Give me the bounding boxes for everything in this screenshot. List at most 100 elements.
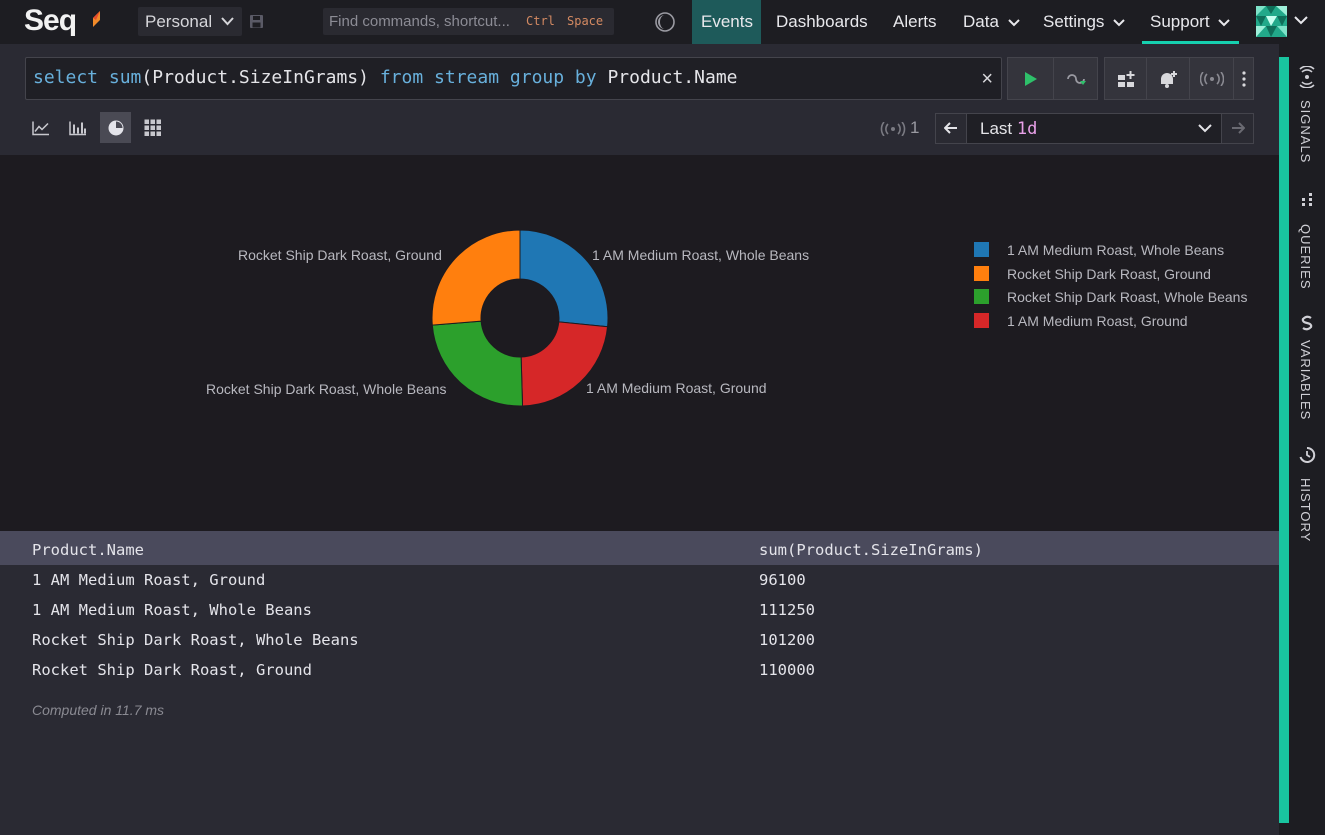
table-row: 1 AM Medium Roast, Ground 96100: [0, 565, 1279, 595]
results-table-header: Product.Name sum(Product.SizeInGrams): [0, 531, 1279, 565]
play-icon: [1024, 71, 1037, 86]
range-prev-button[interactable]: [936, 114, 967, 143]
nav-data-label: Data: [963, 12, 999, 31]
legend-swatch: [974, 312, 989, 328]
query-token: [499, 67, 510, 88]
range-label: Last 1d: [980, 119, 1037, 139]
more-options-button[interactable]: [1233, 57, 1254, 100]
legend-swatch: [974, 242, 989, 257]
shortcut-key-ctrl: Ctrl: [526, 14, 555, 28]
signals-icon: [1299, 66, 1315, 88]
theme-toggle-icon[interactable]: [654, 11, 676, 33]
computed-time: Computed in 11.7 ms: [32, 702, 165, 718]
query-token: [98, 67, 109, 88]
legend-item[interactable]: Rocket Ship Dark Roast, Ground: [974, 264, 1247, 288]
table-cell: Rocket Ship Dark Roast, Whole Beans: [32, 631, 359, 649]
legend-label: 1 AM Medium Roast, Whole Beans: [1007, 242, 1225, 258]
time-range-selector[interactable]: Last 1d: [935, 113, 1254, 144]
sidebar-tab-label: HISTORY: [1298, 478, 1313, 543]
nav-data[interactable]: Data: [963, 0, 1020, 44]
pie-slice-label: 1 AM Medium Roast, Ground: [586, 380, 767, 396]
pie-chart-button[interactable]: [100, 112, 131, 143]
table-cell: 111250: [759, 601, 815, 619]
pie-slice[interactable]: [431, 229, 521, 326]
clear-query-button[interactable]: ×: [981, 68, 993, 91]
nav-alerts-label: Alerts: [893, 12, 937, 31]
signal-button[interactable]: [1189, 57, 1234, 100]
nav-settings[interactable]: Settings: [1043, 0, 1125, 44]
broadcast-icon: [1199, 71, 1224, 86]
save-icon[interactable]: [249, 14, 264, 29]
legend-item[interactable]: Rocket Ship Dark Roast, Whole Beans: [974, 287, 1247, 311]
chevron-down-icon[interactable]: [1294, 16, 1308, 25]
run-query-button[interactable]: [1007, 57, 1054, 100]
chevron-down-icon: [1113, 18, 1125, 26]
chevron-down-icon: [1198, 124, 1212, 133]
table-cell: 1 AM Medium Roast, Ground: [32, 571, 266, 589]
arrow-left-icon: [944, 122, 957, 134]
seq-logo-mark-icon: [93, 11, 100, 27]
nav-dashboards[interactable]: Dashboards: [776, 0, 868, 44]
shortcut-key-space: Space: [567, 14, 604, 28]
sidebar-tab-history[interactable]: HISTORY: [1296, 446, 1318, 546]
range-next-button[interactable]: [1221, 114, 1253, 143]
sidebar-accent-line: [1279, 57, 1289, 823]
grid-icon: [144, 119, 161, 136]
query-token: (Product.SizeInGrams): [141, 67, 380, 88]
range-value: 1d: [1016, 119, 1038, 139]
chevron-down-icon: [221, 17, 234, 26]
nav-alerts[interactable]: Alerts: [893, 0, 936, 44]
query-token: [423, 67, 434, 88]
legend-item[interactable]: 1 AM Medium Roast, Ground: [974, 311, 1247, 335]
sidebar-tab-label: SIGNALS: [1298, 100, 1313, 164]
sidebar-tab-signals[interactable]: SIGNALS: [1296, 66, 1318, 166]
legend-label: Rocket Ship Dark Roast, Ground: [1007, 265, 1211, 282]
query-token: sum: [108, 67, 142, 88]
command-placeholder: Find commands, shortcut...: [329, 13, 510, 30]
bar-chart-button[interactable]: [62, 112, 93, 143]
signal-count[interactable]: 1: [880, 118, 919, 138]
query-token: stream: [434, 67, 500, 88]
queries-icon: [1302, 193, 1312, 206]
chevron-down-icon: [1218, 18, 1230, 26]
user-avatar[interactable]: [1256, 6, 1287, 37]
bell-plus-icon: [1161, 70, 1177, 88]
command-search-input[interactable]: Find commands, shortcut... Ctrl Space: [323, 8, 614, 35]
column-header-sum[interactable]: sum(Product.SizeInGrams): [759, 541, 983, 559]
donut-chart: [431, 229, 609, 407]
legend-item[interactable]: 1 AM Medium Roast, Whole Beans: [974, 240, 1247, 264]
pie-slice-label: Rocket Ship Dark Roast, Ground: [238, 247, 442, 263]
workspace-selector[interactable]: Personal: [138, 7, 242, 36]
arrow-right-icon: [1232, 122, 1245, 134]
tail-button[interactable]: [1053, 57, 1098, 100]
query-token: Product.Name: [596, 67, 738, 88]
pie-slice-label: 1 AM Medium Roast, Whole Beans: [592, 247, 810, 263]
query-token: by: [574, 67, 597, 88]
pie-slice[interactable]: [519, 229, 609, 328]
history-icon: [1299, 446, 1316, 463]
variables-icon: [1301, 315, 1313, 331]
add-to-dashboard-button[interactable]: [1104, 57, 1147, 100]
query-token: [564, 67, 575, 88]
nav-support-label: Support: [1150, 12, 1210, 31]
query-token: select: [33, 67, 99, 88]
nav-settings-label: Settings: [1043, 12, 1105, 31]
refresh-loop-icon: [1066, 73, 1086, 85]
nav-support[interactable]: Support: [1142, 0, 1240, 44]
sidebar-tab-queries[interactable]: QUERIES: [1296, 192, 1318, 292]
seq-logo[interactable]: Seq: [24, 4, 77, 38]
line-chart-button[interactable]: [25, 112, 56, 143]
sidebar-tab-variables[interactable]: VARIABLES: [1296, 315, 1318, 425]
table-view-button[interactable]: [137, 112, 168, 143]
nav-events-label: Events: [701, 12, 753, 31]
table-cell: Rocket Ship Dark Roast, Ground: [32, 661, 312, 679]
add-to-dashboard-icon: [1117, 70, 1134, 87]
column-header-name[interactable]: Product.Name: [32, 541, 144, 559]
table-cell: 96100: [759, 571, 806, 589]
query-token: group: [509, 67, 565, 88]
query-token: from: [379, 67, 424, 88]
table-cell: 101200: [759, 631, 815, 649]
query-input[interactable]: select sum(Product.SizeInGrams) from str…: [25, 57, 1002, 100]
add-alert-button[interactable]: [1146, 57, 1190, 100]
nav-events[interactable]: Events: [692, 0, 761, 44]
